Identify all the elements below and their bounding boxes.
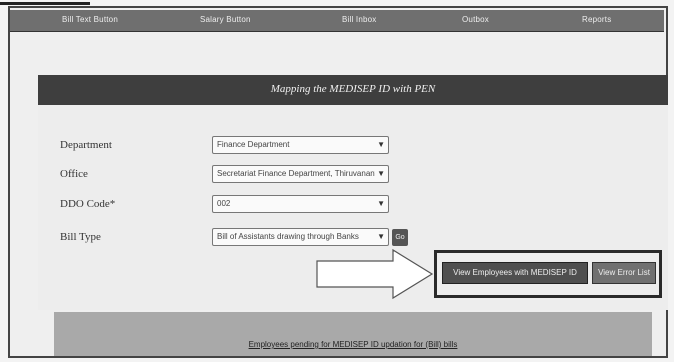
- view-error-list-button[interactable]: View Error List: [592, 262, 656, 284]
- office-label: Office: [60, 168, 88, 180]
- bill-type-select-value: Bill of Assistants drawing through Banks: [217, 232, 359, 241]
- office-select[interactable]: Secretariat Finance Department, Thiruvan…: [212, 165, 389, 183]
- annotation-arrow-icon: [316, 248, 434, 300]
- view-employees-button[interactable]: View Employees with MEDISEP ID: [442, 262, 588, 284]
- footer-bar: Employees pending for MEDISEP ID updatio…: [54, 312, 652, 356]
- ddo-code-select-value: 002: [217, 199, 231, 208]
- chevron-down-icon: ▼: [377, 232, 385, 241]
- nav-item-bill-inbox[interactable]: Bill Inbox: [342, 15, 376, 24]
- office-select-value: Secretariat Finance Department, Thiruvan…: [217, 169, 375, 178]
- department-select[interactable]: Finance Department ▼: [212, 136, 389, 154]
- top-rule: [0, 2, 90, 5]
- department-select-value: Finance Department: [217, 140, 290, 149]
- nav-item-reports[interactable]: Reports: [582, 15, 611, 24]
- panel-title: Mapping the MEDISEP ID with PEN: [270, 83, 436, 95]
- chevron-down-icon: ▼: [377, 140, 385, 149]
- bill-type-label: Bill Type: [60, 231, 101, 243]
- panel-header: Mapping the MEDISEP ID with PEN: [38, 75, 668, 105]
- bill-type-select[interactable]: Bill of Assistants drawing through Banks…: [212, 228, 389, 246]
- chevron-down-icon: ▼: [377, 199, 385, 208]
- ddo-code-label: DDO Code*: [60, 198, 116, 210]
- pending-employees-link[interactable]: Employees pending for MEDISEP ID updatio…: [54, 340, 652, 349]
- chevron-down-icon: ▼: [377, 169, 385, 178]
- go-button[interactable]: Go: [392, 229, 408, 246]
- top-navbar: Bill Text Button Salary Button Bill Inbo…: [10, 10, 664, 32]
- nav-item-salary[interactable]: Salary Button: [200, 15, 251, 24]
- ddo-code-select[interactable]: 002 ▼: [212, 195, 389, 213]
- department-label: Department: [60, 139, 112, 151]
- page: Bill Text Button Salary Button Bill Inbo…: [0, 0, 674, 362]
- nav-item-bill-text[interactable]: Bill Text Button: [62, 15, 118, 24]
- nav-item-outbox[interactable]: Outbox: [462, 15, 489, 24]
